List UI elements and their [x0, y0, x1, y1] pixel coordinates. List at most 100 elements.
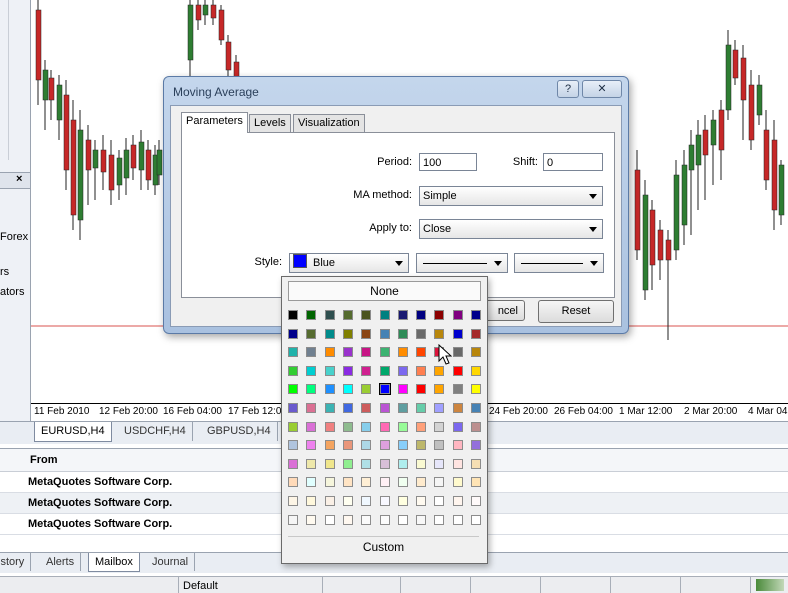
- color-swatch[interactable]: [416, 384, 427, 395]
- color-swatch[interactable]: [452, 440, 463, 451]
- color-swatch[interactable]: [434, 440, 445, 451]
- tab-visualization[interactable]: Visualization: [293, 114, 365, 132]
- color-swatch[interactable]: [452, 514, 463, 525]
- chart-tab-usdchf[interactable]: USDCHF,H4: [118, 422, 193, 441]
- color-swatch[interactable]: [471, 328, 481, 339]
- color-swatch[interactable]: [379, 477, 390, 488]
- color-swatch[interactable]: [288, 458, 298, 469]
- color-swatch[interactable]: [342, 365, 353, 376]
- color-swatch[interactable]: [434, 477, 445, 488]
- color-swatch[interactable]: [288, 328, 298, 339]
- color-swatch[interactable]: [342, 328, 353, 339]
- color-swatch[interactable]: [361, 440, 372, 451]
- color-swatch[interactable]: [361, 403, 372, 413]
- color-swatch[interactable]: [471, 310, 481, 320]
- color-none-button[interactable]: None: [288, 281, 481, 301]
- color-swatch[interactable]: [361, 514, 372, 525]
- color-swatch[interactable]: [379, 403, 390, 413]
- color-swatch[interactable]: [379, 328, 390, 339]
- color-swatch[interactable]: [416, 328, 427, 339]
- color-swatch[interactable]: [324, 347, 335, 358]
- color-swatch[interactable]: [471, 384, 481, 395]
- color-swatch[interactable]: [288, 496, 298, 506]
- color-swatch[interactable]: [397, 496, 408, 506]
- color-swatch[interactable]: [379, 458, 390, 469]
- color-swatch[interactable]: [288, 514, 298, 525]
- color-swatch[interactable]: [324, 496, 335, 506]
- color-swatch[interactable]: [434, 384, 445, 395]
- color-swatch[interactable]: [342, 458, 353, 469]
- tab-history[interactable]: istory: [0, 553, 32, 571]
- color-swatch[interactable]: [306, 514, 317, 525]
- color-swatch[interactable]: [397, 310, 408, 320]
- color-swatch[interactable]: [471, 347, 481, 358]
- color-swatch[interactable]: [288, 365, 298, 376]
- color-swatch[interactable]: [452, 365, 463, 376]
- color-swatch[interactable]: [288, 421, 298, 432]
- navigator-item-partial-1[interactable]: rs: [0, 266, 9, 278]
- color-swatch[interactable]: [361, 421, 372, 432]
- close-icon[interactable]: ×: [16, 173, 22, 185]
- color-swatch[interactable]: [342, 403, 353, 413]
- navigator-item-partial-2[interactable]: ators: [0, 286, 24, 298]
- color-swatch[interactable]: [288, 384, 298, 395]
- color-swatch[interactable]: [324, 458, 335, 469]
- color-swatch[interactable]: [452, 310, 463, 320]
- color-swatch[interactable]: [434, 310, 445, 320]
- shift-input[interactable]: 0: [543, 153, 603, 171]
- help-button[interactable]: ?: [557, 80, 579, 98]
- color-swatch[interactable]: [379, 310, 390, 320]
- color-swatch[interactable]: [306, 496, 317, 506]
- close-button[interactable]: ✕: [582, 80, 622, 98]
- color-swatch[interactable]: [342, 421, 353, 432]
- color-swatch[interactable]: [361, 477, 372, 488]
- color-swatch[interactable]: [324, 310, 335, 320]
- color-swatch[interactable]: [434, 496, 445, 506]
- color-swatch[interactable]: [397, 384, 408, 395]
- color-swatch[interactable]: [379, 440, 390, 451]
- color-swatch[interactable]: [288, 347, 298, 358]
- color-swatch[interactable]: [379, 421, 390, 432]
- apply-select[interactable]: Close: [419, 219, 603, 239]
- color-swatch[interactable]: [306, 403, 317, 413]
- color-swatch[interactable]: [416, 347, 427, 358]
- style-color-select[interactable]: Blue: [289, 253, 409, 273]
- color-swatch[interactable]: [434, 328, 445, 339]
- color-swatch[interactable]: [397, 458, 408, 469]
- color-swatch[interactable]: [471, 477, 481, 488]
- color-swatch[interactable]: [452, 496, 463, 506]
- color-swatch[interactable]: [379, 496, 390, 506]
- color-swatch[interactable]: [434, 458, 445, 469]
- color-swatch[interactable]: [452, 403, 463, 413]
- color-swatch[interactable]: [379, 365, 390, 376]
- chart-tab-eurusd[interactable]: EURUSD,H4: [34, 422, 112, 442]
- color-swatch[interactable]: [306, 477, 317, 488]
- color-swatch[interactable]: [397, 421, 408, 432]
- color-swatch[interactable]: [471, 458, 481, 469]
- color-swatch[interactable]: [434, 403, 445, 413]
- color-swatch[interactable]: [452, 458, 463, 469]
- custom-color-button[interactable]: Custom: [288, 536, 479, 557]
- color-swatch[interactable]: [324, 477, 335, 488]
- navigator-item-forex[interactable]: Forex: [0, 231, 28, 243]
- color-swatch[interactable]: [288, 440, 298, 451]
- color-swatch[interactable]: [361, 328, 372, 339]
- color-swatch[interactable]: [324, 514, 335, 525]
- color-swatch[interactable]: [342, 496, 353, 506]
- color-swatch[interactable]: [397, 328, 408, 339]
- color-swatch[interactable]: [306, 458, 317, 469]
- color-swatch[interactable]: [306, 440, 317, 451]
- color-swatch[interactable]: [397, 403, 408, 413]
- color-swatch[interactable]: [452, 421, 463, 432]
- color-swatch[interactable]: [452, 477, 463, 488]
- color-swatch[interactable]: [397, 477, 408, 488]
- color-swatch[interactable]: [452, 384, 463, 395]
- color-swatch[interactable]: [342, 440, 353, 451]
- color-swatch[interactable]: [361, 458, 372, 469]
- color-swatch[interactable]: [306, 328, 317, 339]
- color-swatch[interactable]: [416, 477, 427, 488]
- color-swatch[interactable]: [342, 384, 353, 395]
- color-swatch[interactable]: [361, 496, 372, 506]
- color-swatch[interactable]: [416, 514, 427, 525]
- color-swatch[interactable]: [361, 365, 372, 376]
